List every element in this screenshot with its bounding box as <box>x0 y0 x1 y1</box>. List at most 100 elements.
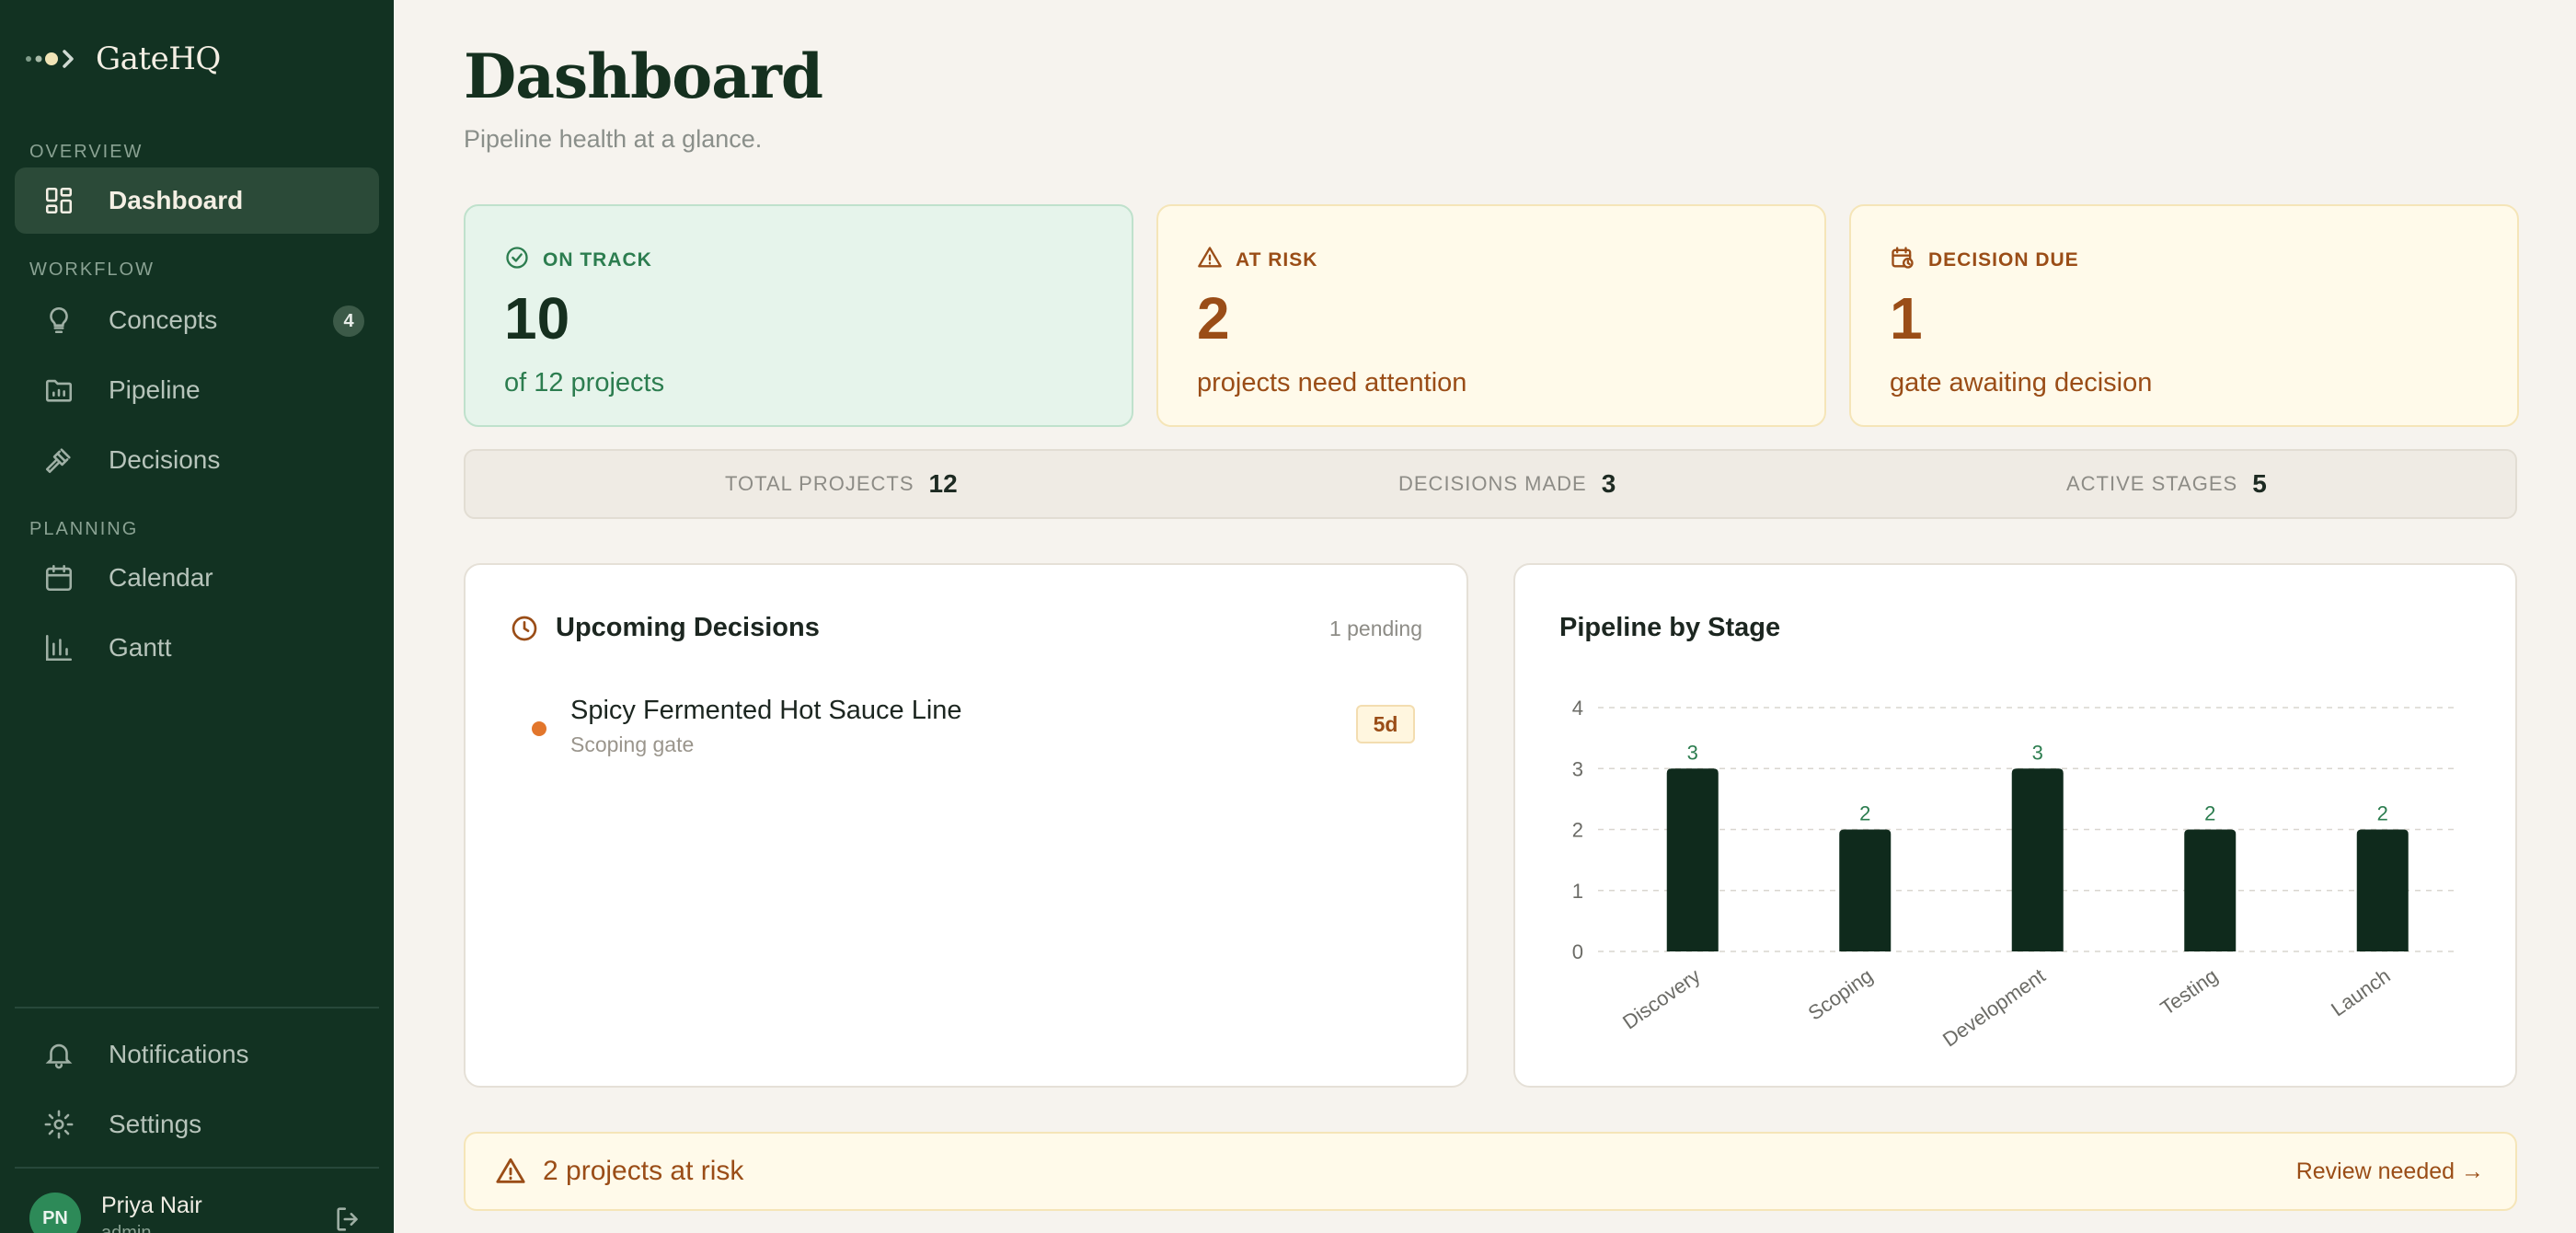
brand-name: GateHQ <box>96 40 221 77</box>
folder-chart-icon <box>42 374 75 407</box>
card-label: AT RISK <box>1236 249 1318 271</box>
data-label: 2 <box>2204 802 2215 825</box>
pipeline-bar-chart: 0 1 2 3 4 3 Discovery 2 Scoping 3 Development 2 Test… <box>1572 697 2454 1052</box>
warning-icon <box>1197 245 1236 276</box>
stat-value: 12 <box>928 469 958 498</box>
sidebar-item-dashboard[interactable]: Dashboard <box>15 167 379 234</box>
days-badge: 5d <box>1356 705 1415 743</box>
bar <box>2356 829 2409 951</box>
alert-text: 2 projects at risk <box>543 1156 744 1186</box>
page-subtitle: Pipeline health at a glance. <box>464 125 763 153</box>
pipeline-chart-panel: Pipeline by Stage 0 1 2 3 4 3 Discovery 2 Scopin… <box>1513 563 2517 1088</box>
y-tick-label: 2 <box>1572 819 1583 842</box>
card-desc: projects need attention <box>1197 368 1467 398</box>
sidebar-item-notifications[interactable]: Notifications <box>15 1021 379 1088</box>
sidebar-item-decisions[interactable]: Decisions <box>15 427 379 493</box>
user-name: Priya Nair <box>101 1193 202 1218</box>
sidebar-item-settings[interactable]: Settings <box>15 1091 379 1158</box>
sidebar-item-calendar[interactable]: Calendar <box>15 545 379 611</box>
y-tick-label: 4 <box>1572 697 1583 720</box>
panel-title: Upcoming Decisions <box>510 613 820 643</box>
stat-active-stages: ACTIVE STAGES 5 <box>2066 451 2267 517</box>
bell-icon <box>42 1038 75 1071</box>
card-value: 10 <box>504 285 570 351</box>
y-tick-label: 0 <box>1572 940 1583 963</box>
y-tick-label: 3 <box>1572 757 1583 780</box>
bar <box>2184 829 2237 951</box>
pending-count: 1 pending <box>1328 616 1422 640</box>
clock-icon <box>510 614 539 643</box>
sidebar-item-label: Concepts <box>109 305 218 334</box>
risk-alert-banner: 2 projects at risk Review needed → <box>464 1132 2517 1211</box>
data-label: 2 <box>2377 802 2388 825</box>
decision-due-card[interactable]: DECISION DUE 1 gate awaiting decision <box>1849 204 2519 427</box>
bar <box>2011 768 2064 951</box>
card-value: 1 <box>1890 285 1923 351</box>
section-label-overview: OVERVIEW <box>29 142 144 162</box>
calendar-icon <box>42 561 75 594</box>
data-label: 3 <box>2032 741 2043 764</box>
x-tick-label: Testing <box>2156 964 2222 1020</box>
y-tick-label: 1 <box>1572 880 1583 903</box>
sidebar-item-label: Decisions <box>109 445 221 474</box>
card-label: ON TRACK <box>543 249 652 271</box>
data-label: 3 <box>1687 741 1698 764</box>
decision-title: Spicy Fermented Hot Sauce Line <box>570 696 962 725</box>
x-tick-label: Launch <box>2327 964 2394 1021</box>
card-desc: of 12 projects <box>504 368 665 398</box>
gear-icon <box>42 1108 75 1141</box>
user-role: admin <box>101 1223 152 1233</box>
page-title: Dashboard <box>464 40 823 112</box>
stat-label: DECISIONS MADE <box>1398 472 1587 495</box>
sidebar-item-pipeline[interactable]: Pipeline <box>15 357 379 423</box>
stat-label: ACTIVE STAGES <box>2066 472 2238 495</box>
concepts-count-badge: 4 <box>333 305 364 337</box>
logo-icon <box>24 33 75 85</box>
sidebar-item-gantt[interactable]: Gantt <box>15 615 379 681</box>
warning-icon <box>495 1156 543 1187</box>
card-value: 2 <box>1197 285 1230 351</box>
bar-chart-icon <box>42 631 75 664</box>
stat-decisions-made: DECISIONS MADE 3 <box>1398 451 1616 517</box>
panel-title-text: Upcoming Decisions <box>556 613 820 642</box>
x-tick-label: Development <box>1938 964 2050 1052</box>
sidebar-item-label: Pipeline <box>109 375 201 404</box>
user-profile[interactable]: PN Priya Nair admin <box>29 1193 202 1233</box>
stat-total-projects: TOTAL PROJECTS 12 <box>725 451 958 517</box>
stat-label: TOTAL PROJECTS <box>725 472 914 495</box>
logout-icon[interactable] <box>333 1204 364 1233</box>
lightbulb-icon <box>42 304 75 337</box>
sidebar-item-label: Notifications <box>109 1040 249 1068</box>
avatar: PN <box>29 1193 81 1233</box>
sidebar-item-label: Gantt <box>109 633 172 662</box>
at-risk-card[interactable]: AT RISK 2 projects need attention <box>1156 204 1826 427</box>
grid-icon <box>42 184 75 217</box>
section-label-workflow: WORKFLOW <box>29 259 155 280</box>
on-track-card[interactable]: ON TRACK 10 of 12 projects <box>464 204 1133 427</box>
stat-value: 3 <box>1601 469 1616 498</box>
decision-gate: Scoping gate <box>570 732 695 756</box>
section-label-planning: PLANNING <box>29 519 139 539</box>
x-tick-label: Scoping <box>1804 964 1877 1025</box>
bar <box>1839 829 1892 951</box>
card-desc: gate awaiting decision <box>1890 368 2153 398</box>
sidebar-divider <box>15 1167 379 1169</box>
sidebar-divider <box>15 1007 379 1008</box>
sidebar-item-label: Calendar <box>109 563 213 592</box>
gavel-icon <box>42 444 75 477</box>
review-needed-link[interactable]: Review needed → <box>2296 1134 2484 1209</box>
card-label: DECISION DUE <box>1928 249 2079 271</box>
calendar-clock-icon <box>1890 245 1928 276</box>
stats-bar: TOTAL PROJECTS 12 DECISIONS MADE 3 ACTIV… <box>464 449 2517 519</box>
sidebar-item-label: Dashboard <box>109 186 244 214</box>
bar <box>1666 768 1719 951</box>
brand[interactable]: GateHQ <box>24 33 221 85</box>
sidebar: GateHQ OVERVIEW Dashboard WORKFLOW Conce… <box>0 0 394 1233</box>
sidebar-item-label: Settings <box>109 1110 202 1138</box>
data-label: 2 <box>1859 802 1870 825</box>
status-dot <box>532 721 546 736</box>
stat-value: 5 <box>2252 469 2267 498</box>
check-circle-icon <box>504 245 543 276</box>
sidebar-item-concepts[interactable]: Concepts 4 <box>15 287 379 353</box>
x-tick-label: Discovery <box>1618 964 1704 1034</box>
